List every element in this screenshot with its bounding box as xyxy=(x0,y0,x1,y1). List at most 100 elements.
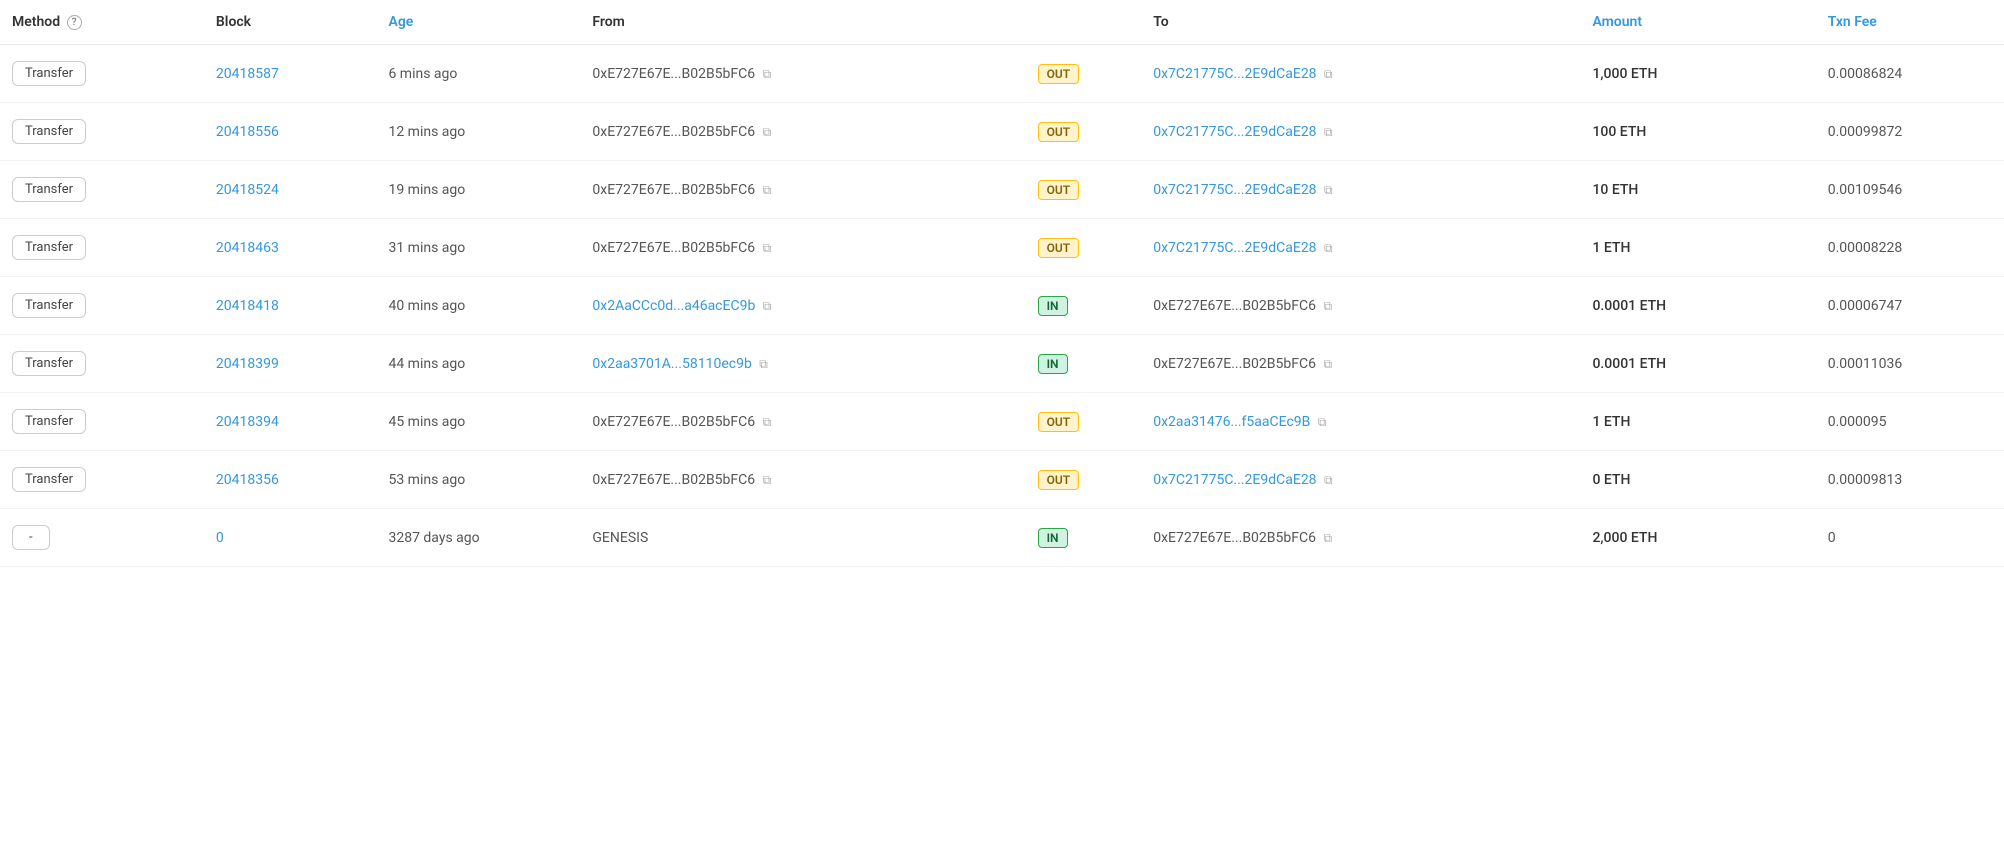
table-row: Transfer 20418394 45 mins ago 0xE727E67E...… xyxy=(0,393,2004,451)
from-copy-icon[interactable]: ⧉ xyxy=(763,415,772,430)
to-copy-icon[interactable]: ⧉ xyxy=(1324,125,1333,140)
age-value: 12 mins ago xyxy=(388,124,465,140)
cell-direction: OUT xyxy=(1020,45,1142,103)
amount-value: 1 ETH xyxy=(1592,414,1630,430)
cell-direction: IN xyxy=(1020,277,1142,335)
fee-value: 0 xyxy=(1828,530,1836,546)
from-address: 0xE727E67E...B02B5bFC6 xyxy=(592,66,755,82)
cell-block: 20418418 xyxy=(204,277,377,335)
to-copy-icon[interactable]: ⧉ xyxy=(1324,241,1333,256)
cell-fee: 0.00011036 xyxy=(1816,335,2004,393)
from-copy-icon[interactable]: ⧉ xyxy=(763,183,772,198)
cell-fee: 0.00009813 xyxy=(1816,451,2004,509)
cell-block: 20418587 xyxy=(204,45,377,103)
method-badge[interactable]: Transfer xyxy=(12,467,86,492)
from-copy-icon[interactable]: ⧉ xyxy=(759,357,768,372)
cell-to: 0xE727E67E...B02B5bFC6 ⧉ xyxy=(1141,509,1580,567)
from-address: 0xE727E67E...B02B5bFC6 xyxy=(592,414,755,430)
age-value: 31 mins ago xyxy=(388,240,465,256)
method-help-icon[interactable]: ? xyxy=(67,15,82,30)
fee-value: 0.00109546 xyxy=(1828,182,1903,198)
cell-to: 0x7C21775C...2E9dCaE28 ⧉ xyxy=(1141,45,1580,103)
method-badge[interactable]: Transfer xyxy=(12,119,86,144)
cell-fee: 0.00008228 xyxy=(1816,219,2004,277)
to-address-link[interactable]: 0x7C21775C...2E9dCaE28 xyxy=(1153,472,1316,488)
cell-amount: 1 ETH xyxy=(1580,219,1815,277)
to-address-link[interactable]: 0x2aa31476...f5aaCEc9B xyxy=(1153,414,1310,430)
method-badge[interactable]: Transfer xyxy=(12,61,86,86)
column-header-method: Method ? xyxy=(0,0,204,45)
from-address-link[interactable]: 0x2AaCCc0d...a46acEC9b xyxy=(592,298,755,314)
block-link[interactable]: 20418394 xyxy=(216,414,279,430)
cell-direction: IN xyxy=(1020,509,1142,567)
method-badge[interactable]: Transfer xyxy=(12,177,86,202)
column-header-dir xyxy=(1020,0,1142,45)
to-copy-icon[interactable]: ⧉ xyxy=(1323,299,1332,314)
from-copy-icon[interactable]: ⧉ xyxy=(763,299,772,314)
column-header-age[interactable]: Age xyxy=(376,0,580,45)
block-link[interactable]: 20418556 xyxy=(216,124,279,140)
from-address-link[interactable]: 0x2aa3701A...58110ec9b xyxy=(592,356,751,372)
to-address: 0xE727E67E...B02B5bFC6 xyxy=(1153,298,1316,314)
table-row: Transfer 20418463 31 mins ago 0xE727E67E...… xyxy=(0,219,2004,277)
block-link[interactable]: 20418524 xyxy=(216,182,279,198)
block-link[interactable]: 20418463 xyxy=(216,240,279,256)
method-badge[interactable]: Transfer xyxy=(12,409,86,434)
method-badge[interactable]: Transfer xyxy=(12,351,86,376)
from-address: 0xE727E67E...B02B5bFC6 xyxy=(592,240,755,256)
column-header-txnfee[interactable]: Txn Fee xyxy=(1816,0,2004,45)
cell-direction: OUT xyxy=(1020,219,1142,277)
from-address: 0xE727E67E...B02B5bFC6 xyxy=(592,124,755,140)
cell-fee: 0.00086824 xyxy=(1816,45,2004,103)
amount-value: 1,000 ETH xyxy=(1592,66,1657,82)
cell-direction: OUT xyxy=(1020,451,1142,509)
cell-from: GENESIS xyxy=(580,509,1019,567)
age-value: 19 mins ago xyxy=(388,182,465,198)
block-link[interactable]: 0 xyxy=(216,530,224,546)
table-row: Transfer2041839944 mins ago0x2aa3701A...… xyxy=(0,335,2004,393)
cell-from: 0xE727E67E...B02B5bFC6 ⧉ xyxy=(580,451,1019,509)
fee-value: 0.00006747 xyxy=(1828,298,1903,314)
direction-badge: IN xyxy=(1038,354,1068,374)
amount-value: 2,000 ETH xyxy=(1592,530,1657,546)
fee-value: 0.00011036 xyxy=(1828,356,1903,372)
cell-amount: 1,000 ETH xyxy=(1580,45,1815,103)
from-copy-icon[interactable]: ⧉ xyxy=(763,125,772,140)
to-copy-icon[interactable]: ⧉ xyxy=(1324,183,1333,198)
method-badge[interactable]: Transfer xyxy=(12,235,86,260)
to-address-link[interactable]: 0x7C21775C...2E9dCaE28 xyxy=(1153,240,1316,256)
age-value: 45 mins ago xyxy=(388,414,465,430)
cell-to: 0x2aa31476...f5aaCEc9B ⧉ xyxy=(1141,393,1580,451)
column-header-amount[interactable]: Amount xyxy=(1580,0,1815,45)
block-link[interactable]: 20418356 xyxy=(216,472,279,488)
to-copy-icon[interactable]: ⧉ xyxy=(1318,415,1327,430)
to-address-link[interactable]: 0x7C21775C...2E9dCaE28 xyxy=(1153,124,1316,140)
cell-from: 0xE727E67E...B02B5bFC6 ⧉ xyxy=(580,219,1019,277)
table-row: Transfer204185876 mins ago0xE727E67E...B… xyxy=(0,45,2004,103)
cell-from: 0x2aa3701A...58110ec9b ⧉ xyxy=(580,335,1019,393)
table-row: Transfer 20418556 12 mins ago 0xE727E67E...… xyxy=(0,103,2004,161)
to-copy-icon[interactable]: ⧉ xyxy=(1323,357,1332,372)
cell-method: - xyxy=(0,509,204,567)
cell-amount: 0 ETH xyxy=(1580,451,1815,509)
from-copy-icon[interactable]: ⧉ xyxy=(763,473,772,488)
amount-value: 0.0001 ETH xyxy=(1592,356,1666,372)
from-copy-icon[interactable]: ⧉ xyxy=(763,67,772,82)
to-copy-icon[interactable]: ⧉ xyxy=(1324,473,1333,488)
to-address-link[interactable]: 0x7C21775C...2E9dCaE28 xyxy=(1153,66,1316,82)
column-header-block: Block xyxy=(204,0,377,45)
to-copy-icon[interactable]: ⧉ xyxy=(1323,531,1332,546)
block-link[interactable]: 20418587 xyxy=(216,66,279,82)
direction-badge: IN xyxy=(1038,528,1068,548)
method-badge[interactable]: Transfer xyxy=(12,293,86,318)
table-row: -03287 days agoGENESISIN0xE727E67E...B02… xyxy=(0,509,2004,567)
to-address-link[interactable]: 0x7C21775C...2E9dCaE28 xyxy=(1153,182,1316,198)
direction-badge: OUT xyxy=(1038,122,1080,142)
from-copy-icon[interactable]: ⧉ xyxy=(763,241,772,256)
block-link[interactable]: 20418418 xyxy=(216,298,279,314)
block-link[interactable]: 20418399 xyxy=(216,356,279,372)
cell-direction: OUT xyxy=(1020,103,1142,161)
cell-from: 0x2AaCCc0d...a46acEC9b ⧉ xyxy=(580,277,1019,335)
column-header-from: From xyxy=(580,0,1019,45)
to-copy-icon[interactable]: ⧉ xyxy=(1324,67,1333,82)
